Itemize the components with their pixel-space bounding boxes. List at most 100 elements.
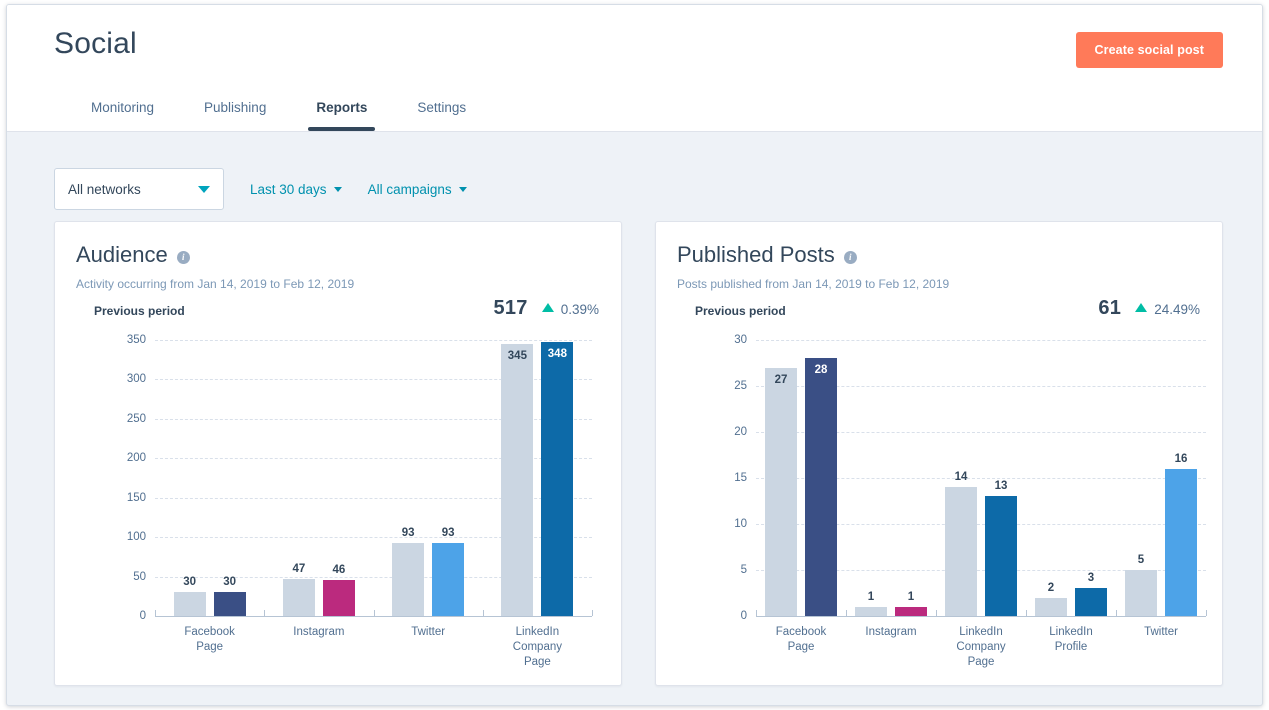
published-posts-metric: 61 24.49% bbox=[1098, 297, 1200, 320]
chevron-down-icon bbox=[198, 186, 210, 193]
audience-chart: 0501001502002503003503030Facebook Page47… bbox=[55, 328, 621, 658]
tab-publishing[interactable]: Publishing bbox=[184, 100, 286, 131]
bar-group: 23LinkedIn Profile bbox=[1026, 340, 1116, 616]
x-axis-category-label: Facebook Page bbox=[776, 625, 827, 655]
y-axis-tick-label: 0 bbox=[741, 610, 747, 622]
tab-settings[interactable]: Settings bbox=[397, 100, 486, 131]
bar-group: 2728Facebook Page bbox=[756, 340, 846, 616]
campaign-filter[interactable]: All campaigns bbox=[368, 182, 467, 197]
info-icon[interactable]: i bbox=[844, 251, 857, 264]
bar[interactable]: 2 bbox=[1035, 598, 1067, 616]
published-posts-subtitle: Posts published from Jan 14, 2019 to Feb… bbox=[677, 277, 949, 291]
bar[interactable]: 47 bbox=[283, 579, 315, 616]
y-axis-tick-label: 30 bbox=[734, 334, 747, 346]
chevron-down-icon bbox=[459, 187, 467, 192]
bar-value-label: 1 bbox=[868, 591, 874, 603]
date-range-filter[interactable]: Last 30 days bbox=[250, 182, 342, 197]
audience-subtitle: Activity occurring from Jan 14, 2019 to … bbox=[76, 277, 354, 291]
y-axis-tick-label: 200 bbox=[127, 452, 146, 464]
audience-title-text: Audience bbox=[76, 242, 168, 268]
bar-value-label: 2 bbox=[1048, 582, 1054, 594]
app-window: Social Create social post Monitoring Pub… bbox=[6, 4, 1263, 706]
page-title: Social bbox=[54, 27, 137, 61]
audience-plot-area: 0501001502002503003503030Facebook Page47… bbox=[155, 340, 592, 616]
bar[interactable]: 30 bbox=[214, 592, 246, 616]
bar-value-label: 28 bbox=[815, 364, 828, 376]
bar-group: 516Twitter bbox=[1116, 340, 1206, 616]
bar-value-label: 30 bbox=[183, 576, 196, 588]
tab-monitoring[interactable]: Monitoring bbox=[71, 100, 174, 131]
bar[interactable]: 345 bbox=[501, 344, 533, 616]
x-axis-category-label: Instagram bbox=[293, 625, 344, 640]
published-posts-plot-area: 0510152025302728Facebook Page11Instagram… bbox=[756, 340, 1206, 616]
bar-value-label: 46 bbox=[332, 564, 345, 576]
chevron-down-icon bbox=[334, 187, 342, 192]
main-tabs: Monitoring Publishing Reports Settings bbox=[71, 100, 496, 131]
network-select-value: All networks bbox=[68, 182, 141, 197]
gridline bbox=[756, 616, 1206, 617]
bar[interactable]: 28 bbox=[805, 358, 837, 616]
published-posts-metric-value: 61 bbox=[1098, 297, 1121, 320]
audience-metric: 517 0.39% bbox=[493, 297, 599, 320]
bar[interactable]: 30 bbox=[174, 592, 206, 616]
bar-value-label: 47 bbox=[292, 563, 305, 575]
y-axis-tick-label: 25 bbox=[734, 380, 747, 392]
y-axis-tick-label: 20 bbox=[734, 426, 747, 438]
bar-value-label: 30 bbox=[223, 576, 236, 588]
audience-card-title: Audience i bbox=[76, 242, 190, 268]
bar[interactable]: 27 bbox=[765, 368, 797, 616]
bar-value-label: 5 bbox=[1138, 554, 1144, 566]
y-axis-tick-label: 350 bbox=[127, 334, 146, 346]
bar[interactable]: 1 bbox=[855, 607, 887, 616]
audience-metric-value: 517 bbox=[493, 297, 527, 320]
published-posts-card: Published Posts i Posts published from J… bbox=[655, 221, 1223, 686]
y-axis-tick-label: 0 bbox=[140, 610, 146, 622]
bar[interactable]: 16 bbox=[1165, 469, 1197, 616]
bar-value-label: 345 bbox=[508, 350, 527, 362]
published-posts-card-title: Published Posts i bbox=[677, 242, 857, 268]
bar-value-label: 93 bbox=[442, 527, 455, 539]
bar[interactable]: 13 bbox=[985, 496, 1017, 616]
x-axis-category-label: LinkedIn Company Page bbox=[510, 625, 565, 670]
published-posts-metric-change: 24.49% bbox=[1154, 302, 1200, 317]
bar-value-label: 13 bbox=[995, 480, 1008, 492]
tab-reports[interactable]: Reports bbox=[296, 100, 387, 131]
x-axis-category-label: Twitter bbox=[1144, 625, 1178, 640]
y-axis-tick-label: 10 bbox=[734, 518, 747, 530]
report-cards: Audience i Activity occurring from Jan 1… bbox=[54, 221, 1223, 686]
bar[interactable]: 348 bbox=[541, 342, 573, 616]
audience-card: Audience i Activity occurring from Jan 1… bbox=[54, 221, 622, 686]
bar-group: 11Instagram bbox=[846, 340, 936, 616]
create-social-post-button[interactable]: Create social post bbox=[1076, 32, 1223, 68]
y-axis-tick-label: 5 bbox=[741, 564, 747, 576]
bar[interactable]: 14 bbox=[945, 487, 977, 616]
y-axis-tick-label: 150 bbox=[127, 492, 146, 504]
published-posts-chart: 0510152025302728Facebook Page11Instagram… bbox=[656, 328, 1222, 658]
y-axis-tick-label: 250 bbox=[127, 413, 146, 425]
x-axis-category-label: Twitter bbox=[411, 625, 445, 640]
bar[interactable]: 5 bbox=[1125, 570, 1157, 616]
bar[interactable]: 93 bbox=[432, 543, 464, 616]
bar[interactable]: 3 bbox=[1075, 588, 1107, 616]
bar[interactable]: 46 bbox=[323, 580, 355, 616]
filter-bar: All networks Last 30 days All campaigns bbox=[54, 168, 467, 210]
bar[interactable]: 1 bbox=[895, 607, 927, 616]
trend-up-icon bbox=[1135, 303, 1147, 312]
y-axis-tick-label: 300 bbox=[127, 373, 146, 385]
bar-group: 3030Facebook Page bbox=[155, 340, 264, 616]
bar-value-label: 1 bbox=[908, 591, 914, 603]
bar-group: 1413LinkedIn Company Page bbox=[936, 340, 1026, 616]
bar[interactable]: 93 bbox=[392, 543, 424, 616]
bar-group: 4746Instagram bbox=[264, 340, 373, 616]
campaign-label: All campaigns bbox=[368, 182, 452, 197]
x-axis-category-label: LinkedIn Profile bbox=[1049, 625, 1094, 655]
x-axis-category-label: LinkedIn Company Page bbox=[956, 625, 1005, 670]
bar-value-label: 93 bbox=[402, 527, 415, 539]
info-icon[interactable]: i bbox=[177, 251, 190, 264]
page-header: Social Create social post Monitoring Pub… bbox=[7, 5, 1262, 132]
bar-value-label: 16 bbox=[1175, 453, 1188, 465]
x-axis-tick bbox=[592, 610, 593, 616]
x-axis-tick bbox=[1206, 610, 1207, 616]
audience-legend-label: Previous period bbox=[94, 304, 185, 318]
network-select[interactable]: All networks bbox=[54, 168, 224, 210]
